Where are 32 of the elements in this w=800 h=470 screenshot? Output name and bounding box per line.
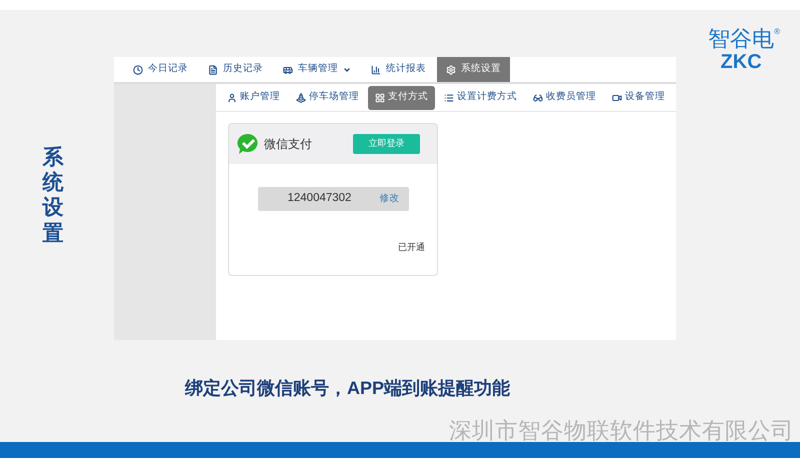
side-title: 系统设置: [42, 145, 64, 247]
card-title: 微信支付: [264, 136, 312, 153]
sub-tab[interactable]: 设备管理: [605, 86, 672, 110]
settings-icon: [446, 64, 456, 74]
glasses-icon: [533, 92, 543, 102]
bar-chart-icon: [371, 64, 381, 74]
grid-icon: [375, 92, 385, 102]
nav-tab[interactable]: 今日记录: [124, 57, 197, 82]
sub-tab[interactable]: 支付方式: [368, 86, 435, 110]
document-icon: [208, 64, 218, 74]
caption: 绑定公司微信账号，APP端到账提醒功能: [185, 377, 510, 400]
registered-mark: ®: [774, 27, 780, 37]
sub-tab[interactable]: 账户管理: [220, 86, 287, 110]
nav-tab[interactable]: 统计报表: [362, 57, 435, 82]
nav-tab[interactable]: 系统设置: [437, 57, 510, 82]
logo-text: 智谷电: [708, 27, 774, 51]
wechat-icon: [237, 133, 259, 155]
sub-tab[interactable]: 设置计费方式: [437, 86, 524, 110]
nav-tab[interactable]: 历史记录: [199, 57, 272, 82]
video-camera-icon: [612, 92, 622, 102]
cone-icon: [296, 92, 306, 102]
company-name: 深圳市智谷物联软件技术有限公司: [449, 420, 794, 442]
sub-tab[interactable]: 收费员管理: [526, 86, 603, 110]
status-text: 已开通: [398, 241, 425, 254]
bus-icon: [283, 64, 293, 74]
list-icon: [444, 92, 454, 102]
clock-icon: [133, 64, 143, 74]
sub-tab[interactable]: 停车场管理: [289, 86, 366, 110]
account-number: 1240047302: [288, 191, 352, 206]
logo-letters: ZKC: [720, 51, 762, 73]
nav-tab[interactable]: 车辆管理: [274, 57, 360, 82]
user-icon: [227, 92, 237, 102]
